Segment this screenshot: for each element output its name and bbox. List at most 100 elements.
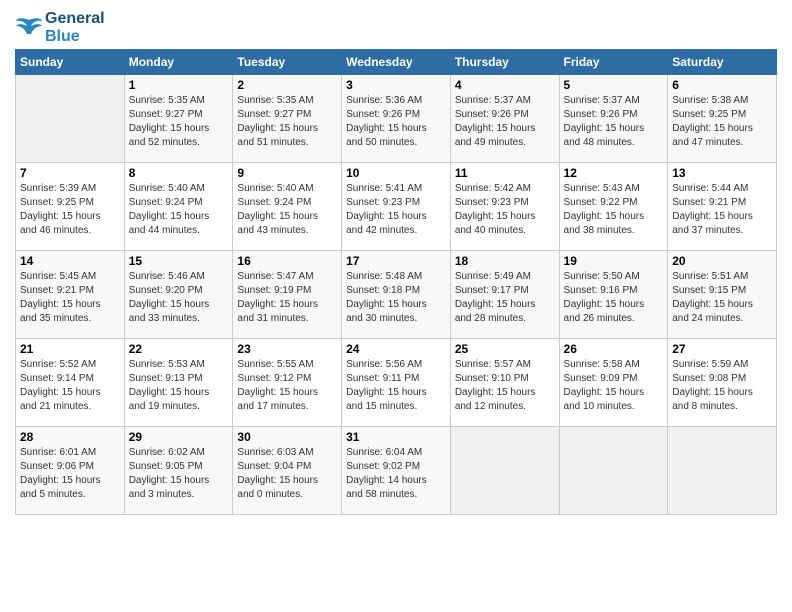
calendar-day-cell: 18 Sunrise: 5:49 AM Sunset: 9:17 PM Dayli… bbox=[450, 251, 559, 339]
day-info: Sunrise: 6:01 AM Sunset: 9:06 PM Dayligh… bbox=[20, 446, 120, 502]
logo-text: General Blue bbox=[45, 10, 105, 45]
day-info: Sunrise: 5:48 AM Sunset: 9:18 PM Dayligh… bbox=[346, 270, 446, 326]
calendar-day-cell: 15 Sunrise: 5:46 AM Sunset: 9:20 PM Dayli… bbox=[124, 251, 233, 339]
day-number: 20 bbox=[672, 254, 772, 268]
day-info: Sunrise: 5:50 AM Sunset: 9:16 PM Dayligh… bbox=[564, 270, 664, 326]
day-number: 11 bbox=[455, 166, 555, 180]
day-number: 12 bbox=[564, 166, 664, 180]
day-info: Sunrise: 5:58 AM Sunset: 9:09 PM Dayligh… bbox=[564, 358, 664, 414]
day-number: 9 bbox=[237, 166, 337, 180]
day-info: Sunrise: 5:56 AM Sunset: 9:11 PM Dayligh… bbox=[346, 358, 446, 414]
day-info: Sunrise: 5:45 AM Sunset: 9:21 PM Dayligh… bbox=[20, 270, 120, 326]
day-number: 21 bbox=[20, 342, 120, 356]
day-info: Sunrise: 5:43 AM Sunset: 9:22 PM Dayligh… bbox=[564, 182, 664, 238]
day-info: Sunrise: 5:41 AM Sunset: 9:23 PM Dayligh… bbox=[346, 182, 446, 238]
day-info: Sunrise: 5:39 AM Sunset: 9:25 PM Dayligh… bbox=[20, 182, 120, 238]
calendar-day-cell: 27Sunrise: 5:59 AM Sunset: 9:08 PM Dayli… bbox=[668, 339, 777, 427]
day-info: Sunrise: 5:52 AM Sunset: 9:14 PM Dayligh… bbox=[20, 358, 120, 414]
day-info: Sunrise: 5:47 AM Sunset: 9:19 PM Dayligh… bbox=[237, 270, 337, 326]
day-info: Sunrise: 5:38 AM Sunset: 9:25 PM Dayligh… bbox=[672, 94, 772, 150]
weekday-header: Wednesday bbox=[342, 50, 451, 75]
calendar-day-cell: 11 Sunrise: 5:42 AM Sunset: 9:23 PM Dayli… bbox=[450, 163, 559, 251]
calendar-day-cell: 17 Sunrise: 5:48 AM Sunset: 9:18 PM Dayli… bbox=[342, 251, 451, 339]
day-info: Sunrise: 5:42 AM Sunset: 9:23 PM Dayligh… bbox=[455, 182, 555, 238]
empty-cell bbox=[559, 427, 668, 515]
day-number: 30 bbox=[237, 430, 337, 444]
calendar-day-cell: 23 Sunrise: 5:55 AM Sunset: 9:12 PM Dayli… bbox=[233, 339, 342, 427]
day-number: 8 bbox=[129, 166, 229, 180]
weekday-header: Thursday bbox=[450, 50, 559, 75]
day-info: Sunrise: 5:44 AM Sunset: 9:21 PM Dayligh… bbox=[672, 182, 772, 238]
day-number: 19 bbox=[564, 254, 664, 268]
calendar-day-cell: 1 Sunrise: 5:35 AM Sunset: 9:27 PM Daylig… bbox=[124, 75, 233, 163]
day-number: 24 bbox=[346, 342, 446, 356]
calendar-day-cell: 29Sunrise: 6:02 AM Sunset: 9:05 PM Dayli… bbox=[124, 427, 233, 515]
calendar-day-cell: 14 Sunrise: 5:45 AM Sunset: 9:21 PM Dayli… bbox=[16, 251, 125, 339]
day-info: Sunrise: 5:40 AM Sunset: 9:24 PM Dayligh… bbox=[237, 182, 337, 238]
empty-cell bbox=[16, 75, 125, 163]
calendar-day-cell: 24 Sunrise: 5:56 AM Sunset: 9:11 PM Dayli… bbox=[342, 339, 451, 427]
weekday-header: Tuesday bbox=[233, 50, 342, 75]
day-info: Sunrise: 6:03 AM Sunset: 9:04 PM Dayligh… bbox=[237, 446, 337, 502]
calendar-day-cell: 12 Sunrise: 5:43 AM Sunset: 9:22 PM Dayli… bbox=[559, 163, 668, 251]
day-info: Sunrise: 5:49 AM Sunset: 9:17 PM Dayligh… bbox=[455, 270, 555, 326]
day-number: 26 bbox=[564, 342, 664, 356]
day-number: 3 bbox=[346, 78, 446, 92]
calendar-day-cell: 3 Sunrise: 5:36 AM Sunset: 9:26 PM Daylig… bbox=[342, 75, 451, 163]
day-info: Sunrise: 6:02 AM Sunset: 9:05 PM Dayligh… bbox=[129, 446, 229, 502]
day-number: 5 bbox=[564, 78, 664, 92]
day-number: 18 bbox=[455, 254, 555, 268]
day-number: 2 bbox=[237, 78, 337, 92]
day-info: Sunrise: 5:36 AM Sunset: 9:26 PM Dayligh… bbox=[346, 94, 446, 150]
calendar-day-cell: 10 Sunrise: 5:41 AM Sunset: 9:23 PM Dayli… bbox=[342, 163, 451, 251]
calendar-day-cell: 7 Sunrise: 5:39 AM Sunset: 9:25 PM Daylig… bbox=[16, 163, 125, 251]
day-info: Sunrise: 5:35 AM Sunset: 9:27 PM Dayligh… bbox=[237, 94, 337, 150]
day-number: 16 bbox=[237, 254, 337, 268]
day-number: 6 bbox=[672, 78, 772, 92]
day-number: 13 bbox=[672, 166, 772, 180]
calendar-day-cell: 9 Sunrise: 5:40 AM Sunset: 9:24 PM Daylig… bbox=[233, 163, 342, 251]
day-info: Sunrise: 5:46 AM Sunset: 9:20 PM Dayligh… bbox=[129, 270, 229, 326]
calendar-day-cell: 19 Sunrise: 5:50 AM Sunset: 9:16 PM Dayli… bbox=[559, 251, 668, 339]
weekday-header: Monday bbox=[124, 50, 233, 75]
day-number: 15 bbox=[129, 254, 229, 268]
day-info: Sunrise: 6:04 AM Sunset: 9:02 PM Dayligh… bbox=[346, 446, 446, 502]
day-info: Sunrise: 5:51 AM Sunset: 9:15 PM Dayligh… bbox=[672, 270, 772, 326]
empty-cell bbox=[668, 427, 777, 515]
day-info: Sunrise: 5:37 AM Sunset: 9:26 PM Dayligh… bbox=[455, 94, 555, 150]
day-info: Sunrise: 5:35 AM Sunset: 9:27 PM Dayligh… bbox=[129, 94, 229, 150]
day-number: 1 bbox=[129, 78, 229, 92]
calendar-day-cell: 8Sunrise: 5:40 AM Sunset: 9:24 PM Daylig… bbox=[124, 163, 233, 251]
page-header: General Blue bbox=[15, 10, 777, 45]
day-number: 10 bbox=[346, 166, 446, 180]
day-info: Sunrise: 5:37 AM Sunset: 9:26 PM Dayligh… bbox=[564, 94, 664, 150]
calendar-day-cell: 20 Sunrise: 5:51 AM Sunset: 9:15 PM Dayli… bbox=[668, 251, 777, 339]
calendar-day-cell: 31 Sunrise: 6:04 AM Sunset: 9:02 PM Dayli… bbox=[342, 427, 451, 515]
day-info: Sunrise: 5:53 AM Sunset: 9:13 PM Dayligh… bbox=[129, 358, 229, 414]
calendar-day-cell: 21 Sunrise: 5:52 AM Sunset: 9:14 PM Dayli… bbox=[16, 339, 125, 427]
calendar-day-cell: 5 Sunrise: 5:37 AM Sunset: 9:26 PM Daylig… bbox=[559, 75, 668, 163]
calendar-day-cell: 26 Sunrise: 5:58 AM Sunset: 9:09 PM Dayli… bbox=[559, 339, 668, 427]
day-info: Sunrise: 5:55 AM Sunset: 9:12 PM Dayligh… bbox=[237, 358, 337, 414]
calendar-day-cell: 2 Sunrise: 5:35 AM Sunset: 9:27 PM Daylig… bbox=[233, 75, 342, 163]
calendar-day-cell: 22Sunrise: 5:53 AM Sunset: 9:13 PM Dayli… bbox=[124, 339, 233, 427]
logo-bird-icon bbox=[15, 16, 43, 40]
calendar-day-cell: 30 Sunrise: 6:03 AM Sunset: 9:04 PM Dayli… bbox=[233, 427, 342, 515]
day-number: 14 bbox=[20, 254, 120, 268]
day-info: Sunrise: 5:59 AM Sunset: 9:08 PM Dayligh… bbox=[672, 358, 772, 414]
day-number: 7 bbox=[20, 166, 120, 180]
logo: General Blue bbox=[15, 10, 105, 45]
calendar-table: SundayMondayTuesdayWednesdayThursdayFrid… bbox=[15, 49, 777, 515]
empty-cell bbox=[450, 427, 559, 515]
day-number: 17 bbox=[346, 254, 446, 268]
calendar-header: SundayMondayTuesdayWednesdayThursdayFrid… bbox=[16, 50, 777, 75]
day-number: 23 bbox=[237, 342, 337, 356]
calendar-day-cell: 28Sunrise: 6:01 AM Sunset: 9:06 PM Dayli… bbox=[16, 427, 125, 515]
day-number: 31 bbox=[346, 430, 446, 444]
day-number: 4 bbox=[455, 78, 555, 92]
calendar-day-cell: 4 Sunrise: 5:37 AM Sunset: 9:26 PM Daylig… bbox=[450, 75, 559, 163]
weekday-header: Saturday bbox=[668, 50, 777, 75]
calendar-day-cell: 25Sunrise: 5:57 AM Sunset: 9:10 PM Dayli… bbox=[450, 339, 559, 427]
day-number: 25 bbox=[455, 342, 555, 356]
calendar-day-cell: 13 Sunrise: 5:44 AM Sunset: 9:21 PM Dayli… bbox=[668, 163, 777, 251]
